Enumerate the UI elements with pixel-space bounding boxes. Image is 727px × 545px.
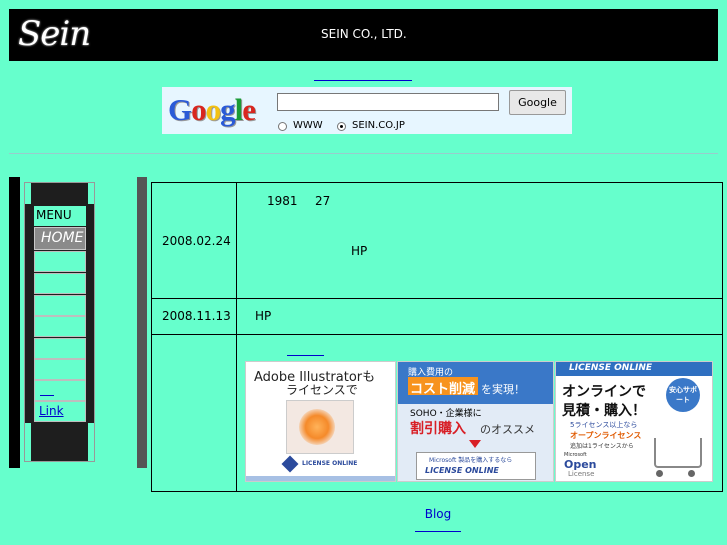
table-row-divider <box>152 334 722 335</box>
blog-link[interactable]: Blog <box>415 507 461 532</box>
banner-text: 見積・購入！ <box>562 403 646 419</box>
banner-text: を実現！ <box>481 383 525 396</box>
radio-site[interactable] <box>337 122 346 131</box>
radio-www[interactable] <box>278 122 287 131</box>
news-text: 27 <box>315 194 331 208</box>
nav-item-3[interactable] <box>34 295 86 316</box>
illustrator-box-image <box>286 400 354 454</box>
sein-logo[interactable]: Sein <box>18 13 102 55</box>
nav-item-link[interactable]: Link <box>34 401 86 422</box>
site-header: Sein SEIN CO., LTD. <box>9 9 718 61</box>
search-input[interactable] <box>277 93 499 111</box>
nav-link-label[interactable]: Link <box>39 404 64 418</box>
banner-text: のオススメ <box>480 423 535 436</box>
banner-footer: LICENSE ONLINE <box>302 460 358 467</box>
banner-text: 追加は1ライセンスから <box>570 443 634 450</box>
support-badge: 安心サポート <box>666 378 700 412</box>
banner-text: コスト削減 <box>410 382 476 397</box>
banner-text: オープンライセンス <box>570 431 642 440</box>
news-date: 2008.02.24 <box>162 234 231 248</box>
banner-text: オンラインで <box>562 384 646 400</box>
menu-cap-left <box>25 183 31 204</box>
cart-wheel-icon <box>688 470 695 477</box>
menu-foot-right <box>88 423 94 461</box>
banner-section-link[interactable] <box>287 355 324 356</box>
google-logo: Google <box>168 92 256 127</box>
arrow-down-icon <box>469 440 481 448</box>
license-text: License <box>568 470 595 478</box>
banner-header: LICENSE ONLINE <box>569 363 653 373</box>
nav-item-7-link[interactable] <box>40 395 54 396</box>
nav-home-label: HOME <box>41 230 84 246</box>
news-text: HP <box>255 309 272 323</box>
menu-cap-right <box>88 183 94 204</box>
menu-top-cap <box>34 184 86 205</box>
google-search-box: Google Google WWW SEIN.CO.JP <box>162 87 572 134</box>
license-online-banner[interactable]: 購入費用の コスト削減 を実現！ SOHO・企業様に 割引購入 のオススメ Mi… <box>397 361 554 482</box>
nav-item-6[interactable] <box>34 359 86 380</box>
banner-text: Microsoft 製品を購入するなら <box>429 457 513 464</box>
banner-text: ライセンスで <box>286 383 358 397</box>
nav-item-5[interactable] <box>34 338 86 359</box>
sidebar-left-bar <box>9 177 20 468</box>
menu-foot-left <box>25 423 31 461</box>
nav-item-4[interactable] <box>34 316 86 337</box>
company-name: SEIN CO., LTD. <box>321 27 407 41</box>
nav-item-1[interactable] <box>34 251 86 272</box>
radio-www-label: WWW <box>293 120 323 131</box>
nav-item-2[interactable] <box>34 273 86 294</box>
news-text: HP <box>351 244 368 258</box>
top-link[interactable] <box>314 79 412 81</box>
side-menu: MENU HOME Link <box>24 182 95 462</box>
news-text: 1981 <box>267 194 298 208</box>
radio-site-label: SEIN.CO.JP <box>352 120 405 131</box>
news-date: 2008.11.13 <box>162 309 231 323</box>
open-license-banner[interactable]: LICENSE ONLINE オンラインで 見積・購入！ 安心サポート 5ライセ… <box>555 361 713 482</box>
divider <box>9 153 718 154</box>
google-search-button[interactable]: Google <box>509 90 566 115</box>
nav-item-7[interactable] <box>34 380 86 401</box>
flower-graphic <box>299 409 335 445</box>
sidebar-divider <box>137 177 147 468</box>
banner-text: 5ライセンス以上なら <box>570 421 638 429</box>
banner-text: 割引購入 <box>410 421 466 437</box>
table-row-divider <box>152 298 722 299</box>
illustrator-banner[interactable]: Adobe Illustratorも ライセンスで LICENSE ONLINE <box>245 361 396 482</box>
banner-footer: LICENSE ONLINE <box>425 466 499 475</box>
license-online-logo-icon <box>281 455 299 473</box>
banner-bottom-strip <box>246 476 395 481</box>
cart-icon <box>654 438 702 468</box>
table-col-divider <box>236 183 237 491</box>
cart-wheel-icon <box>656 470 663 477</box>
banner-button: Microsoft 製品を購入するなら LICENSE ONLINE <box>416 452 536 480</box>
menu-label: MENU <box>36 208 72 222</box>
